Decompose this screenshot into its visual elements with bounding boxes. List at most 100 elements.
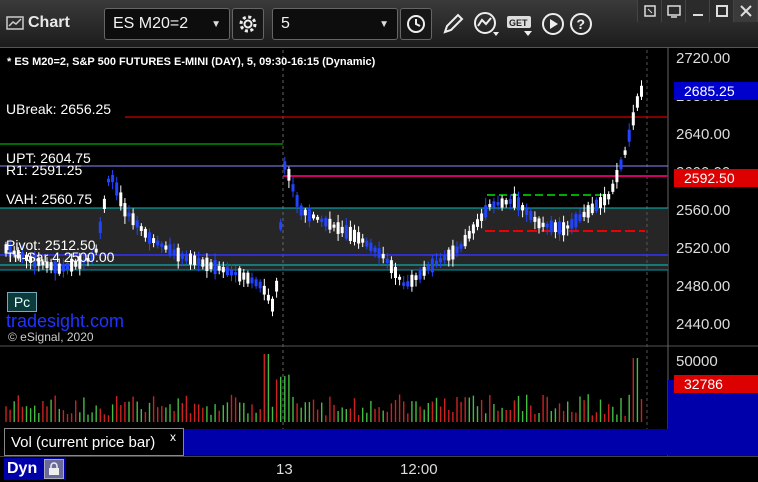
last-volume-tag: 32786	[674, 375, 758, 393]
candle-body	[172, 249, 176, 255]
candle-body	[242, 272, 246, 280]
candle-body	[266, 294, 270, 301]
candle-body	[291, 184, 295, 192]
candle-body	[180, 253, 184, 259]
candle-body	[533, 216, 537, 222]
candle-body	[443, 255, 447, 261]
candle-body	[230, 269, 233, 276]
candle-body	[504, 199, 508, 205]
marker-price-tag: 2592.50	[674, 169, 758, 187]
watermark: tradesight.com	[6, 311, 125, 331]
candle-body	[189, 253, 192, 265]
candle-body	[394, 266, 397, 278]
candle-body	[348, 226, 352, 241]
candle-body	[246, 272, 250, 284]
candle-body	[381, 253, 385, 259]
candle-body	[283, 161, 287, 170]
candle-body	[127, 212, 131, 217]
candle-body	[627, 129, 631, 142]
candle-body	[213, 260, 217, 275]
candle-body	[512, 193, 516, 208]
candle-body	[299, 205, 303, 216]
candle-body	[471, 224, 475, 234]
candle-body	[193, 255, 197, 266]
candle-body	[582, 211, 586, 218]
x-tick-noon: 12:00	[400, 461, 438, 478]
candle-body	[328, 218, 332, 230]
volume-legend[interactable]: Vol (current price bar)	[4, 428, 184, 456]
time-axis	[0, 456, 758, 482]
candle-body	[238, 268, 242, 282]
candle-body	[57, 263, 61, 274]
candle-body	[414, 275, 418, 280]
price-tick-label: 2640.00	[676, 126, 730, 143]
price-chart[interactable]: 2720.002680.002640.002600.002560.002520.…	[0, 0, 758, 482]
candle-body	[332, 224, 336, 228]
volume-legend-strip	[184, 429, 668, 455]
candle-body	[430, 258, 434, 273]
candle-body	[422, 267, 426, 276]
candle-body	[107, 178, 110, 183]
candle-body	[295, 194, 299, 207]
candle-body	[459, 244, 463, 249]
candle-body	[307, 207, 311, 222]
candle-body	[619, 159, 623, 170]
candle-body	[640, 85, 643, 97]
candle-body	[254, 279, 258, 287]
candle-body	[279, 222, 283, 230]
candle-body	[160, 243, 164, 247]
candle-body	[549, 220, 553, 233]
candle-body	[275, 280, 279, 292]
candle-body	[205, 257, 209, 272]
candle-body	[201, 259, 205, 267]
candle-body	[553, 222, 557, 233]
candle-body	[385, 258, 389, 263]
x-tick-day: 13	[276, 461, 293, 478]
candle-body	[517, 197, 520, 211]
candle-body	[537, 218, 541, 229]
candle-body	[365, 240, 369, 247]
candle-body	[148, 232, 151, 244]
price-tick-label: 2720.00	[676, 50, 730, 67]
candle-body	[320, 218, 324, 222]
candle-body	[451, 245, 455, 260]
candle-body	[152, 238, 156, 243]
candle-body	[488, 203, 492, 208]
candle-body	[119, 192, 123, 207]
candle-body	[545, 223, 549, 228]
candle-body	[406, 281, 410, 287]
price-pane	[0, 48, 668, 346]
lock-icon[interactable]	[44, 459, 64, 479]
candle-body	[447, 249, 451, 261]
candle-body	[373, 247, 377, 253]
pc-badge[interactable]: Pc	[7, 292, 37, 312]
candle-body	[344, 225, 348, 239]
candle-body	[558, 221, 561, 235]
vah-label: VAH: 2560.75	[6, 191, 93, 207]
candle-body	[570, 219, 574, 229]
candle-body	[361, 238, 365, 243]
candle-body	[439, 258, 443, 263]
candle-body	[143, 228, 147, 238]
candle-body	[353, 229, 356, 242]
candle-body	[496, 202, 500, 206]
candle-body	[463, 234, 467, 247]
candle-body	[521, 205, 525, 211]
candle-body	[139, 226, 143, 231]
candle-body	[389, 260, 393, 274]
ubreak-label: UBreak: 2656.25	[6, 101, 112, 117]
candle-body	[123, 203, 127, 217]
r1-label: R1: 2591.25	[6, 162, 83, 178]
candle-body	[398, 276, 402, 280]
candle-body	[476, 219, 479, 227]
candle-body	[176, 247, 180, 262]
price-tick-label: 2560.00	[676, 202, 730, 219]
candle-body	[184, 254, 188, 262]
candle-body	[234, 272, 238, 275]
candle-body	[324, 218, 328, 227]
candle-body	[426, 265, 430, 271]
candle-body	[217, 266, 221, 271]
candle-body	[484, 205, 488, 218]
volume-legend-close-icon[interactable]: x	[170, 430, 176, 444]
copyright: © eSignal, 2020	[8, 330, 94, 344]
